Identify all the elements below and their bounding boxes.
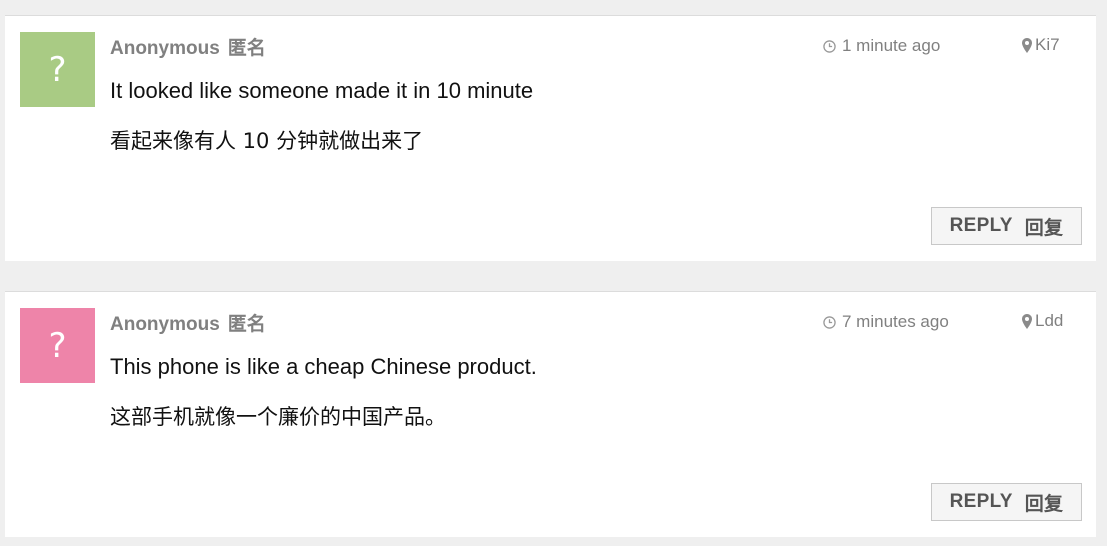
author-name: Anonymous 匿名 [110,33,266,60]
reply-label-cn: 回复 [1024,216,1064,239]
location-text: Ldd [1035,311,1064,330]
clock-icon [823,315,836,329]
comment-text-en: It looked like someone made it in 10 min… [110,78,534,103]
author-name-cn: 匿名 [227,313,266,335]
comment-location: Ki7 [1022,35,1060,55]
reply-label-en: REPLY [949,215,1013,236]
comment-timestamp: 1 minute ago [823,36,940,56]
comment-timestamp: 7 minutes ago [823,312,949,332]
comment-location: Ldd [1022,311,1063,331]
timestamp-text: 7 minutes ago [842,312,949,331]
location-text: Ki7 [1035,35,1060,54]
avatar: ? [20,32,95,107]
author-name-en: Anonymous [110,38,220,59]
author-name-cn: 匿名 [227,37,266,59]
avatar: ? [20,308,95,383]
reply-label-en: REPLY [949,491,1013,512]
clock-icon [823,39,836,53]
reply-button[interactable]: REPLY 回复 [931,483,1082,521]
reply-label-cn: 回复 [1024,492,1064,515]
reply-button[interactable]: REPLY 回复 [931,207,1082,245]
map-pin-icon [1022,37,1032,53]
comment-text-cn: 看起来像有人 10 分钟就做出来了 [110,129,424,153]
comment-text-cn: 这部手机就像一个廉价的中国产品。 [110,405,446,429]
comment-text-en: This phone is like a cheap Chinese produ… [110,354,537,379]
author-name-en: Anonymous [110,314,220,335]
comment-card: ? Anonymous 匿名 7 minutes ago Ldd This pho… [5,291,1096,537]
map-pin-icon [1022,313,1032,329]
timestamp-text: 1 minute ago [842,36,941,55]
comment-card: ? Anonymous 匿名 1 minute ago Ki7 It looked… [5,15,1096,261]
author-name: Anonymous 匿名 [110,309,266,336]
